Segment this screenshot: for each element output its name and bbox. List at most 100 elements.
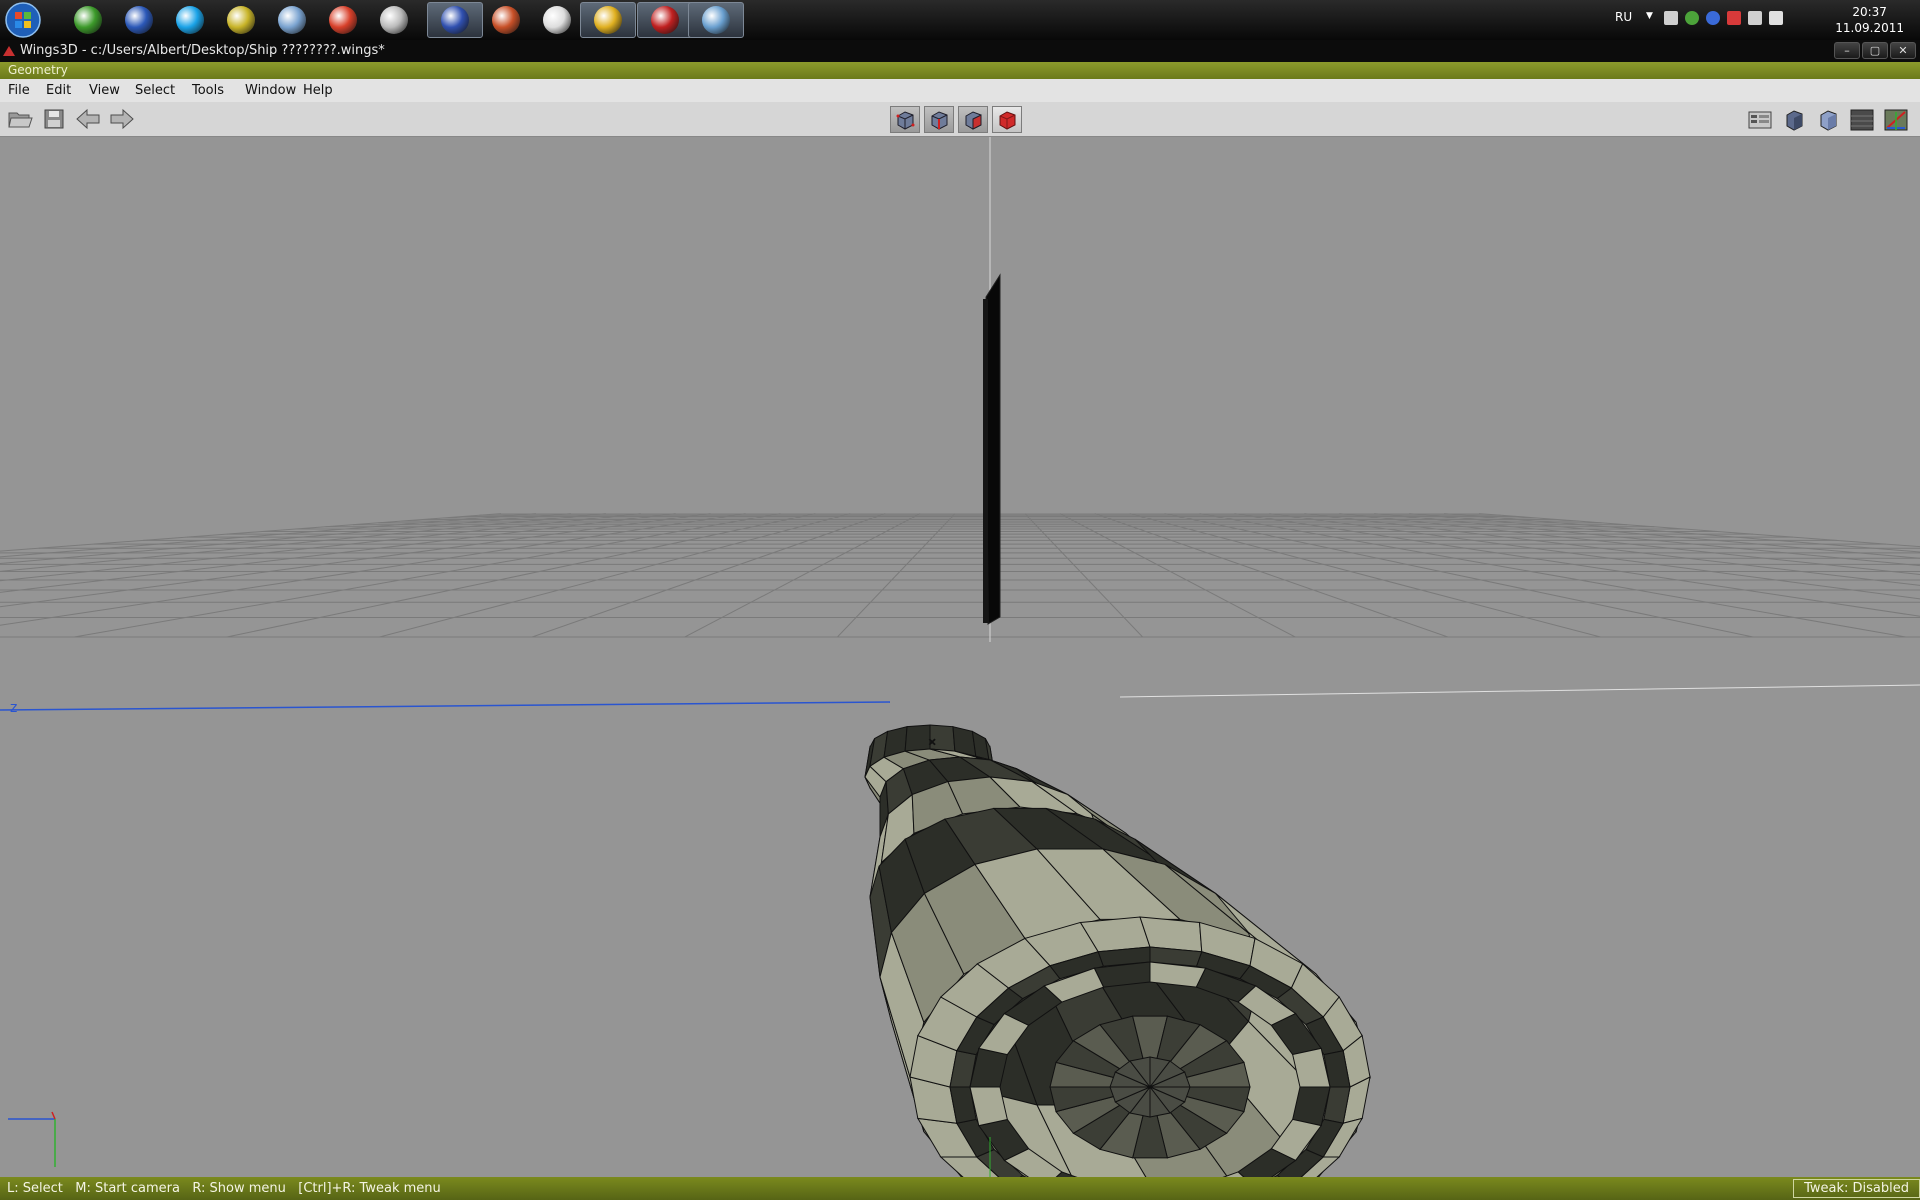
grid-line [1094,513,1449,638]
edge-select-button[interactable] [924,106,954,133]
close-button[interactable]: ✕ [1890,42,1916,59]
maximize-button[interactable]: ▢ [1862,42,1888,59]
green-tray-icon[interactable] [1685,11,1699,25]
grid-line [379,513,851,638]
undo-button[interactable] [74,106,102,132]
shaded-cube-icon [1786,109,1803,131]
taskbar-app-skull-app[interactable] [529,2,585,38]
flag-tray-icon[interactable] [1727,11,1741,25]
flat-cube-icon [1820,109,1837,131]
menu-bar: File Edit View Select Tools Window Help [0,79,1920,103]
grid-line [226,513,816,638]
taskbar-app-robot-app[interactable] [213,2,269,38]
menu-edit[interactable]: Edit [46,83,71,98]
clock[interactable]: 20:37 11.09.2011 [1835,4,1904,36]
grid-line [0,513,571,564]
taskbar-app-chrome[interactable] [580,2,636,38]
object-cube-icon [999,110,1016,130]
selected-vertex-marker[interactable]: × [928,737,937,749]
taskbar-app-firewall-app[interactable] [478,2,534,38]
taskbar-app-skype[interactable] [162,2,218,38]
taskbar-app-floppy-disk[interactable] [427,2,483,38]
toolbar [0,102,1920,137]
redo-button[interactable] [108,106,136,132]
3d-viewport[interactable]: z × [0,137,1920,1177]
axis-indicator [8,1111,56,1167]
tweak-status[interactable]: Tweak: Disabled [1793,1179,1920,1198]
tray-expand-icon[interactable]: ▼ [1646,11,1653,21]
google-earth-icon [125,6,153,34]
grid-line [531,513,886,638]
start-button[interactable] [3,1,43,39]
taskbar-app-utorrent[interactable] [60,2,116,38]
window-titlebar: Wings3D - c:/Users/Albert/Desktop/Ship ?… [0,40,1920,62]
grid-line [1059,513,1296,638]
skull-app-icon [543,6,571,34]
menu-select[interactable]: Select [135,83,175,98]
vertex-cube-icon [896,110,915,130]
menu-help[interactable]: Help [303,83,333,98]
ground-grid [0,513,1920,638]
language-indicator[interactable]: RU [1615,10,1632,24]
x-axis-line [1119,684,1920,698]
firewall-app-icon [492,6,520,34]
usb-tray-icon[interactable] [1664,11,1678,25]
object-select-button[interactable] [992,106,1022,133]
grid-line [0,513,536,558]
hull-rear-face [904,724,931,752]
smooth-shade-button[interactable] [1780,107,1808,132]
robot-app-icon [227,6,255,34]
taskbar-app-red-swirl-app[interactable] [315,2,371,38]
floppy-disk-icon [441,6,469,34]
network-tray-icon[interactable] [1748,11,1762,25]
scene-canvas[interactable]: z × [0,137,1920,1177]
grid-line [0,513,746,626]
axes-icon [1884,109,1908,130]
axes-toggle-button[interactable] [1882,107,1910,132]
layout-panel-icon [1748,111,1772,128]
face-select-button[interactable] [958,106,988,133]
grid-line [1129,513,1601,638]
taskbar-app-paint-app[interactable] [688,2,744,38]
z-axis-line [0,701,891,711]
grid-line [1234,513,1920,617]
wings3d-app-icon [3,46,15,56]
floppy-save-icon [44,109,64,129]
window-title: Wings3D - c:/Users/Albert/Desktop/Ship ?… [20,43,385,58]
status-bar: L: Select M: Start camera R: Show menu [… [0,1177,1920,1200]
save-button[interactable] [40,106,68,132]
system-tray: RU ▼ 20:37 11.09.2011 [1600,0,1920,40]
menu-view[interactable]: View [89,83,120,98]
speaker-app-icon [380,6,408,34]
groundplane-toggle-button[interactable] [1746,107,1774,132]
grid-line [0,513,641,582]
vertex-select-button[interactable] [890,106,920,133]
groundplane-button[interactable] [1848,107,1876,132]
taskbar-app-google-earth[interactable] [111,2,167,38]
ship-mesh[interactable]: × [864,724,1371,1177]
flat-shade-button[interactable] [1814,107,1842,132]
grid-line [0,513,676,593]
menu-file[interactable]: File [8,83,30,98]
menu-window[interactable]: Window [245,83,296,98]
tools-app-icon [278,6,306,34]
blue-tray-icon[interactable] [1706,11,1720,25]
open-button[interactable] [6,106,34,132]
geometry-label: Geometry [8,63,68,77]
grid-line [837,513,956,638]
paint-app-icon [702,6,730,34]
edge-cube-icon [931,110,948,130]
minimize-button[interactable]: – [1834,42,1860,59]
grid-line [1164,513,1754,638]
menu-tools[interactable]: Tools [192,83,224,98]
volume-tray-icon[interactable] [1769,11,1783,25]
taskbar: RU ▼ 20:37 11.09.2011 [0,0,1920,41]
antenna-mast[interactable] [983,273,1001,625]
taskbar-app-erlang[interactable] [637,2,693,38]
geometry-window-header: Geometry [0,62,1920,79]
taskbar-app-tools-app[interactable] [264,2,320,38]
taskbar-app-speaker-app[interactable] [366,2,422,38]
grid-line [1199,513,1906,638]
erlang-icon [651,6,679,34]
clock-date: 11.09.2011 [1835,21,1904,35]
